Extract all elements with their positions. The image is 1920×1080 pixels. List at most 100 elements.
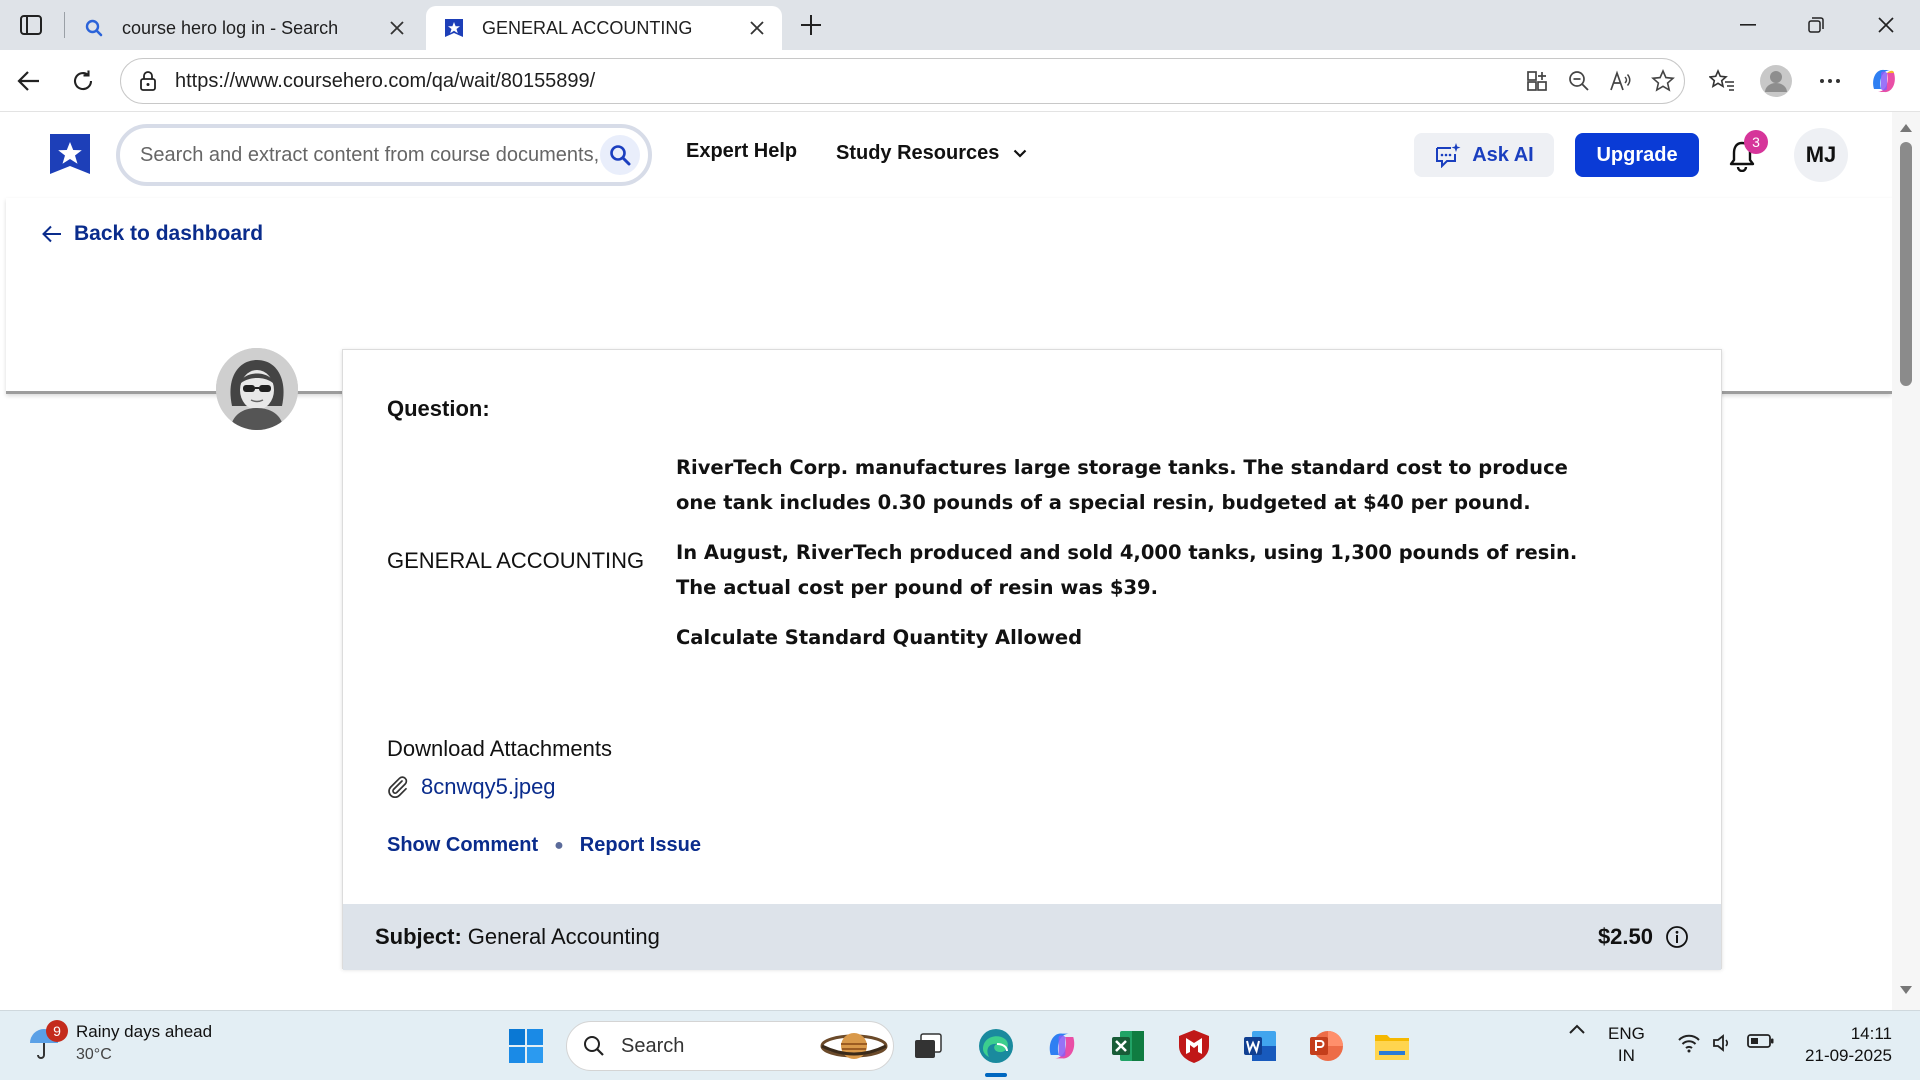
app-available-icon[interactable] — [1516, 64, 1558, 98]
task-view-icon[interactable] — [906, 1024, 950, 1068]
question-subject-heading: GENERAL ACCOUNTING — [387, 548, 645, 573]
volume-icon[interactable] — [1708, 1033, 1738, 1053]
refresh-button[interactable] — [66, 64, 100, 98]
nav-study-resources-label: Study Resources — [836, 142, 1000, 164]
question-price: $2.50 — [1597, 924, 1653, 949]
tab-title: course hero log in - Search — [122, 17, 339, 38]
separator-dot: ● — [554, 836, 564, 854]
attachment-link[interactable]: 8cnwqy5.jpeg — [387, 774, 556, 800]
page-scrollbar[interactable] — [1892, 112, 1920, 1010]
question-paragraph: In August, RiverTech produced and sold 4… — [676, 541, 1578, 599]
edge-browser-icon[interactable] — [974, 1024, 1018, 1068]
clock-date: 21-09-2025 — [1805, 1046, 1892, 1065]
site-search-box[interactable] — [116, 124, 652, 186]
taskbar-search[interactable]: Search — [566, 1021, 894, 1071]
back-to-dashboard-label: Back to dashboard — [74, 222, 264, 245]
favorite-star-icon[interactable] — [1642, 64, 1684, 98]
ask-ai-label: Ask AI — [1472, 143, 1534, 166]
url-bar[interactable]: https://www.coursehero.com/qa/wait/80155… — [120, 58, 1685, 104]
weather-summary: Rainy days ahead — [76, 1022, 213, 1041]
weather-temperature: 30°C — [76, 1046, 112, 1063]
question-paragraph: Calculate Standard Quantity Allowed — [676, 626, 1083, 649]
word-icon[interactable] — [1238, 1024, 1282, 1068]
question-body: RiverTech Corp. manufactures large stora… — [676, 450, 1596, 670]
download-attachments-label: Download Attachments — [387, 736, 613, 761]
paperclip-icon — [387, 776, 409, 798]
battery-icon[interactable] — [1744, 1033, 1778, 1049]
asker-avatar-icon — [216, 348, 298, 430]
new-tab-button[interactable] — [796, 10, 826, 40]
question-card: Question: GENERAL ACCOUNTING RiverTech C… — [342, 349, 1722, 970]
lock-icon[interactable] — [137, 70, 159, 92]
back-button[interactable] — [12, 64, 46, 98]
more-options-icon[interactable] — [1810, 62, 1850, 100]
close-icon[interactable] — [386, 17, 408, 39]
excel-icon[interactable] — [1106, 1024, 1150, 1068]
scroll-up-icon[interactable] — [1898, 120, 1914, 136]
tab-title: GENERAL ACCOUNTING — [482, 17, 693, 38]
nav-study-resources[interactable]: Study Resources — [836, 142, 1027, 165]
favorites-icon[interactable] — [1702, 62, 1742, 100]
close-icon[interactable] — [746, 17, 768, 39]
copilot-icon[interactable] — [1864, 62, 1904, 100]
region-code: IN — [1617, 1046, 1635, 1065]
close-window-button[interactable] — [1856, 8, 1916, 42]
nav-expert-help-label: Expert Help — [686, 140, 798, 162]
system-clock[interactable]: 14:11 21-09-2025 — [1792, 1023, 1892, 1067]
site-header: Expert Help Study Resources Ask AI Upgra… — [0, 112, 1892, 198]
zoom-out-icon[interactable] — [1558, 64, 1600, 98]
scroll-thumb[interactable] — [1900, 142, 1912, 386]
show-comment-link[interactable]: Show Comment — [387, 834, 538, 857]
search-icon — [80, 17, 108, 39]
clock-time: 14:11 — [1850, 1024, 1892, 1043]
profile-avatar-icon[interactable] — [1756, 62, 1796, 100]
upgrade-button[interactable]: Upgrade — [1575, 133, 1699, 177]
umbrella-icon: 9 — [24, 1019, 68, 1066]
question-actions: Show Comment ● Report Issue — [387, 834, 701, 857]
windows-start-icon[interactable] — [504, 1024, 548, 1068]
attachment-filename[interactable]: 8cnwqy5.jpeg — [421, 774, 556, 800]
wifi-icon[interactable] — [1674, 1033, 1704, 1053]
weather-text: Rainy days ahead 30°C — [76, 1021, 212, 1066]
search-input[interactable] — [140, 143, 600, 167]
windows-taskbar: 9 Rainy days ahead 30°C Search ENG IN 14… — [0, 1010, 1920, 1080]
tab-general-accounting[interactable]: GENERAL ACCOUNTING — [426, 6, 782, 50]
weather-widget[interactable]: 9 Rainy days ahead 30°C — [24, 1019, 212, 1066]
arrow-left-icon — [42, 225, 62, 243]
ai-chat-icon — [1434, 142, 1462, 168]
info-icon[interactable] — [1665, 925, 1689, 949]
ask-ai-button[interactable]: Ask AI — [1414, 133, 1554, 177]
question-paragraph: RiverTech Corp. manufactures large stora… — [676, 456, 1568, 514]
file-explorer-icon[interactable] — [1370, 1024, 1414, 1068]
read-aloud-icon[interactable] — [1600, 64, 1642, 98]
language-indicator[interactable]: ENG IN — [1608, 1023, 1645, 1067]
subject-value: General Accounting — [467, 924, 660, 949]
taskbar-search-label: Search — [621, 1034, 685, 1057]
saturn-icon — [819, 1026, 889, 1066]
address-bar-row: https://www.coursehero.com/qa/wait/80155… — [0, 50, 1920, 112]
search-icon — [583, 1035, 605, 1057]
coursehero-logo-icon[interactable] — [48, 132, 92, 176]
report-issue-link[interactable]: Report Issue — [580, 834, 701, 857]
user-initials: MJ — [1805, 142, 1837, 167]
search-icon[interactable] — [600, 135, 640, 175]
tab-actions-icon[interactable] — [18, 12, 44, 38]
language-code: ENG — [1608, 1024, 1645, 1043]
question-footer: Subject: General Accounting $2.50 — [343, 904, 1721, 970]
show-hidden-icons-chevron[interactable] — [1562, 1023, 1592, 1035]
url-text[interactable]: https://www.coursehero.com/qa/wait/80155… — [175, 70, 1516, 93]
nav-expert-help[interactable]: Expert Help — [686, 140, 797, 163]
mcafee-icon[interactable] — [1172, 1024, 1216, 1068]
restore-button[interactable] — [1786, 8, 1846, 42]
tab-separator — [64, 12, 65, 38]
web-page: Expert Help Study Resources Ask AI Upgra… — [0, 112, 1892, 1010]
notification-count-badge: 3 — [1744, 130, 1768, 154]
powerpoint-icon[interactable] — [1304, 1024, 1348, 1068]
tab-search[interactable]: course hero log in - Search — [66, 6, 422, 50]
minimize-button[interactable] — [1718, 8, 1778, 42]
user-avatar[interactable]: MJ — [1794, 128, 1848, 182]
subject-key: Subject: — [375, 924, 462, 949]
copilot-app-icon[interactable] — [1040, 1024, 1084, 1068]
scroll-down-icon[interactable] — [1898, 982, 1914, 998]
back-to-dashboard-link[interactable]: Back to dashboard — [42, 222, 263, 246]
